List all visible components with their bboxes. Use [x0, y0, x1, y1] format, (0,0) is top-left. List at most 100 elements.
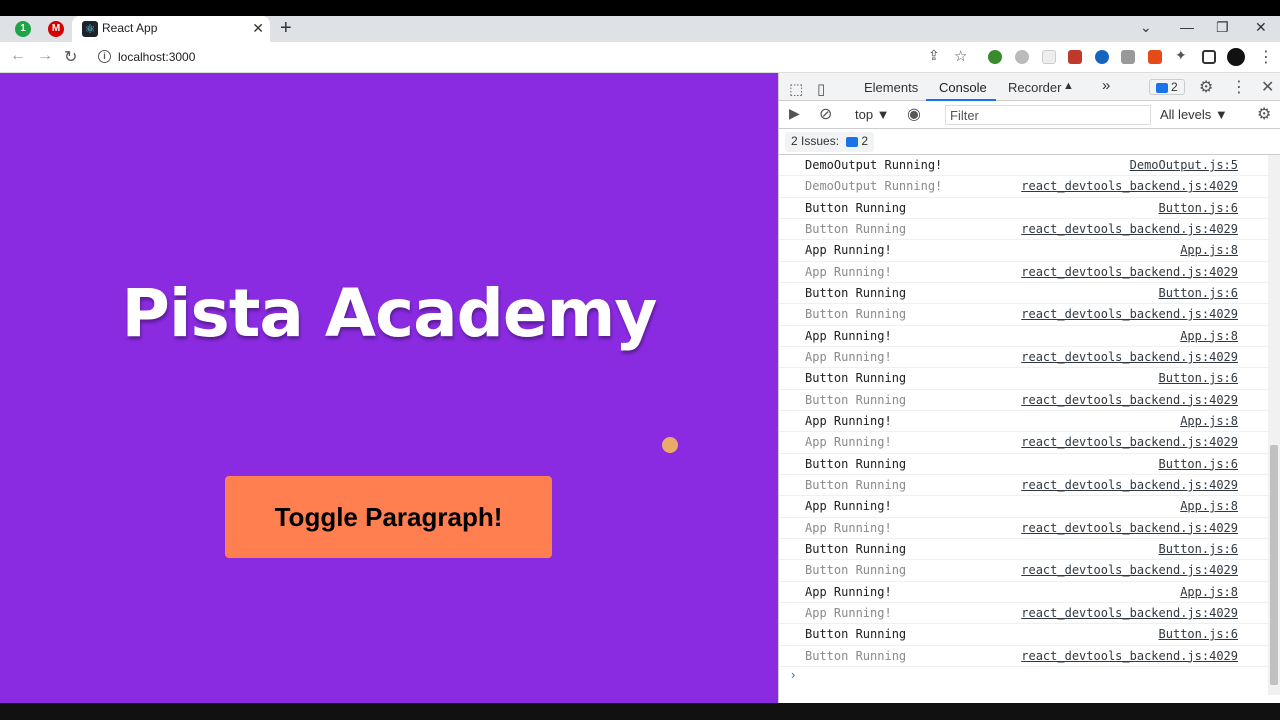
extension-c-icon[interactable] [1148, 50, 1162, 64]
console-message-row: App Running! react_devtools_backend.js:40… [779, 518, 1269, 539]
clear-console-icon[interactable]: ⊘ [819, 104, 832, 124]
back-icon[interactable]: ← [10, 47, 26, 65]
filter-input[interactable]: Filter [945, 105, 1151, 125]
pinned-tab-1[interactable]: 1 [15, 21, 31, 37]
console-source-link[interactable]: react_devtools_backend.js:4029 [1021, 222, 1238, 236]
browser-toolbar: ← → ↻ i localhost:3000 ⇪ ☆ ✦ ⋮ [0, 42, 1280, 73]
console-source-link[interactable]: react_devtools_backend.js:4029 [1021, 521, 1238, 535]
console-message-text: Button Running [805, 477, 907, 492]
console-message-row: App Running! App.js:8 [779, 496, 1269, 518]
extension-red-icon[interactable] [1068, 50, 1082, 64]
console-source-link[interactable]: DemoOutput.js:5 [1130, 158, 1238, 172]
minimize-icon[interactable]: — [1180, 19, 1194, 35]
console-source-link[interactable]: App.js:8 [1180, 499, 1238, 513]
console-source-link[interactable]: react_devtools_backend.js:4029 [1021, 606, 1238, 620]
url-text[interactable]: localhost:3000 [118, 50, 195, 64]
screen-top-bar [0, 0, 1280, 16]
extension-blue-icon[interactable] [1095, 50, 1109, 64]
console-source-link[interactable]: react_devtools_backend.js:4029 [1021, 649, 1238, 663]
console-message-text: Button Running [805, 627, 907, 642]
extensions-puzzle-icon[interactable]: ✦ [1175, 47, 1187, 64]
settings-gear-icon[interactable]: ⚙ [1199, 77, 1213, 97]
console-source-link[interactable]: react_devtools_backend.js:4029 [1021, 393, 1238, 407]
tab-close-icon[interactable]: ✕ [252, 20, 264, 37]
console-settings-gear-icon[interactable]: ⚙ [1257, 104, 1271, 124]
pinned-tab-m[interactable]: M [48, 21, 64, 37]
console-source-link[interactable]: react_devtools_backend.js:4029 [1021, 478, 1238, 492]
console-source-link[interactable]: Button.js:6 [1159, 457, 1238, 471]
browser-menu-icon[interactable]: ⋮ [1258, 47, 1274, 67]
console-message-row: App Running! App.js:8 [779, 411, 1269, 433]
console-source-link[interactable]: Button.js:6 [1159, 371, 1238, 385]
console-message-text: App Running! [805, 349, 892, 364]
console-message-row: DemoOutput Running! react_devtools_backen… [779, 176, 1269, 198]
tab-react-app[interactable]: ⚛ React App ✕ [72, 16, 270, 42]
console-message-text: App Running! [805, 584, 892, 599]
new-tab-button[interactable]: + [280, 17, 292, 40]
issues-button[interactable]: 2 Issues: 2 [785, 132, 875, 152]
extension-cloud-icon[interactable] [1015, 50, 1029, 64]
console-source-link[interactable]: App.js:8 [1180, 329, 1238, 343]
screen-bottom-bar [0, 703, 1280, 720]
side-panel-icon[interactable] [1202, 50, 1216, 64]
extension-crx-icon[interactable] [1121, 50, 1135, 64]
console-source-link[interactable]: Button.js:6 [1159, 201, 1238, 215]
console-source-link[interactable]: react_devtools_backend.js:4029 [1021, 563, 1238, 577]
console-message-text: Button Running [805, 307, 907, 322]
console-message-row: App Running! react_devtools_backend.js:40… [779, 432, 1269, 454]
extension-globe-icon[interactable] [988, 50, 1002, 64]
console-message-text: App Running! [805, 328, 892, 343]
window-close-icon[interactable]: ✕ [1255, 19, 1267, 36]
tab-console[interactable]: Console [939, 80, 987, 95]
profile-avatar[interactable] [1227, 48, 1245, 66]
reload-icon[interactable]: ↻ [64, 47, 77, 67]
console-source-link[interactable]: react_devtools_backend.js:4029 [1021, 435, 1238, 449]
console-message-text: Button Running [805, 285, 907, 300]
console-source-link[interactable]: Button.js:6 [1159, 627, 1238, 641]
console-message-row: App Running! App.js:8 [779, 240, 1269, 262]
extension-ghost-icon[interactable] [1042, 50, 1056, 64]
device-toolbar-icon[interactable]: ▯ [817, 80, 825, 98]
inspect-element-icon[interactable]: ⬚ [789, 80, 803, 98]
log-levels-dropdown[interactable]: All levels ▼ [1160, 107, 1228, 122]
console-scrollbar[interactable] [1268, 155, 1280, 695]
console-source-link[interactable]: App.js:8 [1180, 585, 1238, 599]
issues-count: 2 [861, 134, 869, 148]
console-source-link[interactable]: Button.js:6 [1159, 542, 1238, 556]
console-source-link[interactable]: Button.js:6 [1159, 286, 1238, 300]
console-message-text: App Running! [805, 435, 892, 450]
console-source-link[interactable]: react_devtools_backend.js:4029 [1021, 179, 1238, 193]
sidebar-toggle-icon[interactable]: ▶︎ [789, 105, 800, 122]
tab-recorder[interactable]: Recorder [1008, 80, 1061, 95]
console-message-text: App Running! [805, 243, 892, 258]
mouse-cursor-highlight [662, 437, 678, 453]
context-selector[interactable]: top ▼ [855, 107, 890, 122]
tab-elements[interactable]: Elements [864, 80, 918, 95]
console-message-text: Button Running [805, 371, 907, 386]
address-bar[interactable]: i localhost:3000 [92, 46, 972, 69]
info-icon[interactable]: i [98, 50, 111, 63]
scrollbar-thumb[interactable] [1270, 445, 1278, 685]
toggle-paragraph-button[interactable]: Toggle Paragraph! [225, 476, 552, 558]
console-source-link[interactable]: react_devtools_backend.js:4029 [1021, 350, 1238, 364]
live-expression-eye-icon[interactable]: ◉ [907, 104, 921, 124]
console-message-text: Button Running [805, 563, 907, 578]
console-prompt[interactable]: › [791, 667, 795, 682]
devtools-menu-icon[interactable]: ⋮ [1231, 77, 1247, 97]
console-source-link[interactable]: react_devtools_backend.js:4029 [1021, 265, 1238, 279]
console-source-link[interactable]: App.js:8 [1180, 414, 1238, 428]
devtools-panel: ⬚ ▯ Elements Console Recorder ▲ » 2 ⚙ ⋮ … [778, 73, 1280, 703]
bookmark-star-icon[interactable]: ☆ [954, 47, 967, 65]
restore-icon[interactable]: ❐ [1216, 19, 1229, 36]
console-message-text: Button Running [805, 648, 907, 663]
console-source-link[interactable]: react_devtools_backend.js:4029 [1021, 307, 1238, 321]
share-icon[interactable]: ⇪ [928, 47, 940, 64]
devtools-close-icon[interactable]: ✕ [1261, 77, 1274, 97]
console-message-row: Button Running react_devtools_backend.js:… [779, 560, 1269, 582]
tab-search-icon[interactable]: ⌄ [1140, 19, 1152, 36]
console-message-text: App Running! [805, 605, 892, 620]
more-tabs-icon[interactable]: » [1102, 77, 1110, 94]
forward-icon[interactable]: → [37, 47, 53, 65]
console-source-link[interactable]: App.js:8 [1180, 243, 1238, 257]
issues-badge[interactable]: 2 [1149, 79, 1185, 95]
